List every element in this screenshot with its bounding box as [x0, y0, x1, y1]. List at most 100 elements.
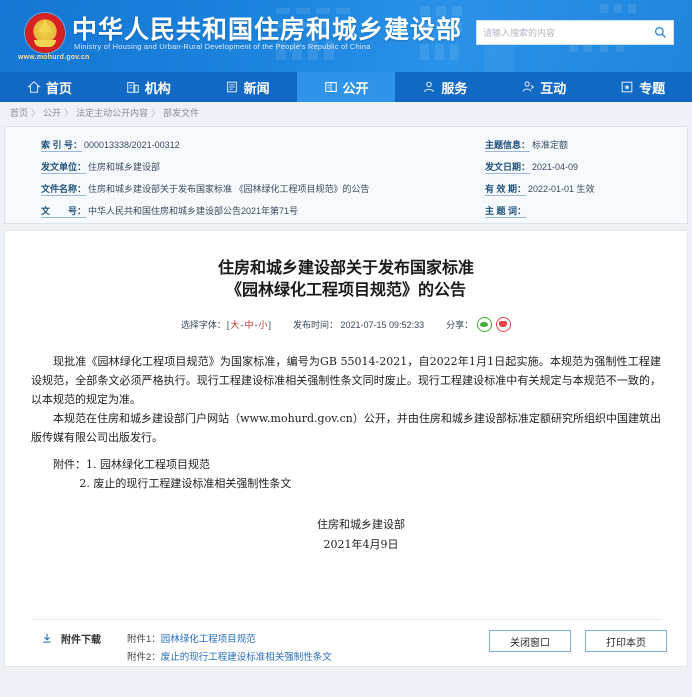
metadata-row-issue-date: 发文日期： 2021-04-09 — [485, 161, 685, 174]
nav-item-topics[interactable]: 专题 — [593, 72, 692, 102]
search-input[interactable] — [477, 22, 647, 43]
metadata-row-keywords: 主 题 词： — [485, 205, 685, 218]
signature-organization: 住房和城乡建设部 — [317, 518, 405, 531]
font-dash-1: - — [240, 319, 244, 330]
metadata-value-issue-date: 2021-04-09 — [532, 162, 579, 172]
metadata-label-validity: 有 效 期： — [485, 184, 527, 196]
open-info-icon — [324, 80, 338, 94]
metadata-label-issue-date: 发文日期： — [485, 162, 531, 174]
inline-attachment-item1: 1. 园林绿化工程项目规范 — [86, 458, 210, 471]
metadata-value-docnumber: 中华人民共和国住房和城乡建设部公告2021年第71号 — [88, 206, 299, 216]
breadcrumb-separator-0: 〉 — [31, 107, 41, 118]
nav-item-open-government[interactable]: 公开 — [296, 72, 396, 102]
metadata-value-issuer: 住房和城乡建设部 — [88, 162, 161, 172]
metadata-label-topic-info: 主题信息： — [485, 140, 531, 152]
close-window-button[interactable]: 关闭窗口 — [489, 630, 571, 652]
download-item-2-link[interactable]: 废止的现行工程建设标准相关强制性条文 — [161, 652, 332, 663]
breadcrumb-item-0[interactable]: 首页 — [10, 106, 28, 119]
national-emblem-icon — [25, 13, 65, 53]
metadata-value-validity: 2022-01-01 生效 — [528, 184, 595, 194]
breadcrumb-item-3: 部发文件 — [163, 107, 200, 118]
font-size-large-button[interactable]: 大 — [230, 318, 239, 331]
document-title-line1: 住房和城乡建设部关于发布国家标准 — [217, 258, 474, 277]
inline-attachment-list: 附件：1. 园林绿化工程项目规范 2. 废止的现行工程建设标准相关强制性条文 — [31, 455, 661, 493]
metadata-row-issuer: 发文单位： 住房和城乡建设部 — [41, 161, 481, 174]
font-size-selector: 选择字体： [ 大 - 中 - 小 ] — [181, 318, 271, 331]
signature-date: 2021年4月9日 — [323, 538, 399, 551]
nav-label-organization: 机构 — [144, 81, 171, 97]
nav-label-service: 服务 — [441, 81, 468, 97]
home-icon — [27, 80, 41, 94]
attachment-download-section: 附件下载 附件1：园林绿化工程项目规范 附件2：废止的现行工程建设标准相关强制性… — [41, 631, 332, 667]
inline-attachment-label: 附件： — [53, 458, 86, 471]
breadcrumb-item-2[interactable]: 法定主动公开内容 — [76, 106, 148, 119]
metadata-label-issuer: 发文单位： — [41, 162, 87, 174]
metadata-row-topic-info: 主题信息： 标准定额 — [485, 139, 685, 152]
download-divider — [31, 619, 661, 620]
download-item-list: 附件1：园林绿化工程项目规范 附件2：废止的现行工程建设标准相关强制性条文 — [127, 631, 332, 667]
font-size-small-button[interactable]: 小 — [258, 318, 267, 331]
metadata-row-docnumber: 文 号： 中华人民共和国住房和城乡建设部公告2021年第71号 — [41, 205, 481, 218]
star-topic-icon — [620, 80, 634, 94]
nav-item-service[interactable]: 服务 — [395, 72, 494, 102]
nav-label-topics: 专题 — [639, 81, 666, 97]
nav-item-news[interactable]: 新闻 — [198, 72, 297, 102]
metadata-label-keywords: 主 题 词： — [485, 206, 527, 218]
metadata-label-index: 索 引 号： — [41, 140, 83, 152]
site-url: www.mohurd.gov.cn — [18, 54, 90, 61]
document-metadata-panel: 索 引 号： 000013338/2021-00312 发文单位： 住房和城乡建… — [4, 126, 688, 224]
search-button[interactable] — [647, 22, 673, 43]
body-paragraph-1: 现批准《园林绿化工程项目规范》为国家标准，编号为GB 55014-2021，自2… — [31, 355, 661, 406]
download-icon — [41, 632, 53, 644]
document-body: 现批准《园林绿化工程项目规范》为国家标准，编号为GB 55014-2021，自2… — [31, 352, 661, 447]
nav-label-open-government: 公开 — [342, 81, 369, 97]
nav-item-organization[interactable]: 机构 — [99, 72, 198, 102]
download-section-label: 附件下载 — [61, 635, 101, 646]
metadata-value-filename: 住房和城乡建设部关于发布国家标准 《园林绿化工程项目规范》的公告 — [88, 184, 370, 194]
site-title: 中华人民共和国住房和城乡建设部 — [72, 15, 463, 44]
download-item-1-number: 附件1： — [127, 634, 161, 645]
nav-label-interaction: 互动 — [540, 81, 567, 97]
bracket-open: [ — [226, 319, 230, 330]
breadcrumb-item-1[interactable]: 公开 — [43, 106, 61, 119]
metadata-row-index: 索 引 号： 000013338/2021-00312 — [41, 139, 481, 152]
share-group: 分享： — [446, 317, 512, 332]
nav-label-home: 首页 — [45, 81, 72, 97]
search-icon — [654, 27, 666, 38]
metadata-value-index: 000013338/2021-00312 — [84, 140, 180, 150]
page-title: 住房和城乡建设部关于发布国家标准 《园林绿化工程项目规范》的公告 — [5, 231, 687, 301]
search-box[interactable] — [476, 20, 674, 45]
nav-item-interaction[interactable]: 互动 — [494, 72, 593, 102]
inline-attachment-item2: 2. 废止的现行工程建设标准相关强制性条文 — [79, 477, 292, 490]
print-page-button[interactable]: 打印本页 — [585, 630, 667, 652]
interaction-icon — [521, 80, 535, 94]
publish-time-value: 2021-07-15 09:52:33 — [340, 320, 425, 330]
body-paragraph-2: 本规范在住房和城乡建设部门户网站（www.mohurd.gov.cn）公开，并由… — [31, 412, 661, 444]
breadcrumb: 首页 〉 公开 〉 法定主动公开内容 〉 部发文件 — [0, 102, 692, 122]
font-dash-2: - — [254, 319, 258, 330]
breadcrumb-separator-2: 〉 — [151, 107, 161, 118]
download-item-2-number: 附件2： — [127, 652, 161, 663]
download-item-1-link[interactable]: 园林绿化工程项目规范 — [161, 634, 256, 645]
nav-item-home[interactable]: 首页 — [0, 72, 99, 102]
weibo-share-icon[interactable] — [496, 317, 512, 332]
building-icon — [126, 80, 140, 94]
publish-time-group: 发布时间： 2021-07-15 09:52:33 — [293, 318, 424, 331]
metadata-right-column: 主题信息： 标准定额 发文日期： 2021-04-09 有 效 期： 2022-… — [485, 139, 685, 227]
nav-label-news: 新闻 — [243, 81, 270, 97]
font-size-medium-button[interactable]: 中 — [244, 318, 253, 331]
font-size-label: 选择字体： — [180, 320, 226, 330]
metadata-row-validity: 有 效 期： 2022-01-01 生效 — [485, 183, 685, 196]
user-service-icon — [422, 80, 436, 94]
wechat-share-icon[interactable] — [477, 317, 493, 332]
download-item-2: 附件2：废止的现行工程建设标准相关强制性条文 — [127, 649, 332, 667]
breadcrumb-separator-1: 〉 — [64, 107, 74, 118]
main-navigation: 首页 机构 新闻 公开 服务 互动 专题 — [0, 72, 692, 102]
metadata-value-topic-info: 标准定额 — [532, 140, 569, 150]
document-toolbar: 选择字体： [ 大 - 中 - 小 ] 发布时间： 2021-07-15 09:… — [5, 317, 687, 332]
bracket-close: ] — [268, 319, 271, 330]
metadata-label-filename: 文件名称： — [41, 184, 87, 196]
metadata-label-docnumber: 文 号： — [41, 206, 87, 218]
action-buttons: 关闭窗口 打印本页 — [489, 630, 667, 652]
site-subtitle: Ministry of Housing and Urban-Rural Deve… — [74, 42, 371, 51]
